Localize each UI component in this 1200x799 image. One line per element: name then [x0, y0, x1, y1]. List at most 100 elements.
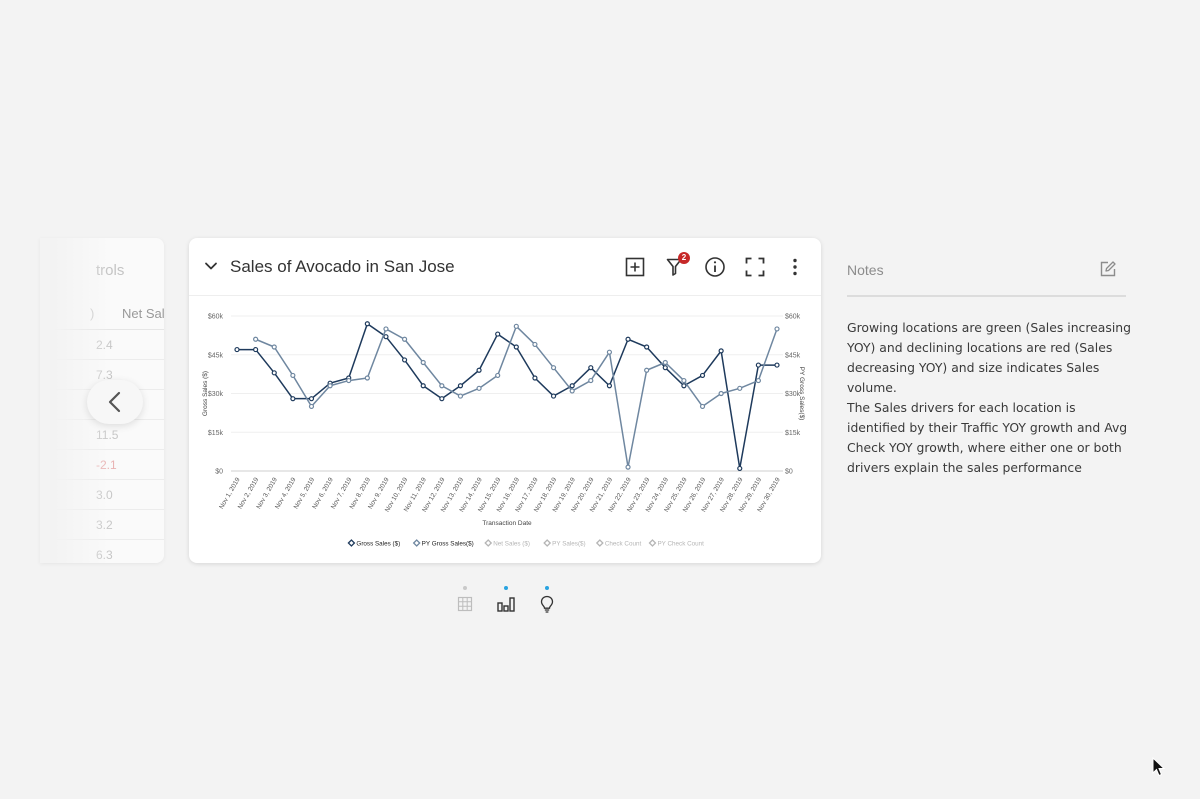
legend-marker: [543, 539, 552, 547]
notes-body[interactable]: Growing locations are green (Sales incre…: [847, 318, 1132, 478]
net-sales-column-header: Net Sal: [122, 306, 164, 321]
y-tick-label: $60k: [208, 314, 224, 321]
y-tick-label: $15k: [208, 430, 224, 437]
more-vertical-icon[interactable]: [783, 255, 807, 279]
y-tick-label: $0: [215, 469, 223, 476]
legend-label: Gross Sales ($): [356, 540, 400, 547]
data-point: [495, 372, 501, 379]
data-point: [755, 362, 761, 368]
notes-paragraph: Growing locations are green (Sales incre…: [847, 320, 1132, 395]
legend-label: Net Sales ($): [493, 540, 530, 547]
data-point: [606, 349, 613, 355]
x-axis-label: Transaction Date: [482, 520, 532, 527]
data-point: [383, 334, 389, 340]
data-point: [308, 396, 315, 402]
data-point: [550, 365, 557, 371]
data-point: [550, 393, 557, 399]
chart-view-button[interactable]: [496, 586, 516, 614]
data-point: [588, 377, 594, 384]
series-line: [237, 323, 777, 470]
data-point: [737, 465, 743, 472]
data-point: [718, 348, 724, 354]
edit-icon[interactable]: [1099, 260, 1117, 278]
notes-divider: [847, 295, 1126, 297]
data-point: [532, 341, 538, 348]
data-point: [327, 383, 333, 389]
y2-tick-label: $0: [785, 469, 793, 476]
data-point: [644, 344, 650, 350]
data-point: [439, 396, 445, 402]
data-point: [662, 365, 668, 371]
data-point: [234, 346, 240, 353]
data-point: [513, 323, 519, 329]
data-point: [401, 357, 408, 363]
legend-marker: [595, 539, 604, 547]
table-grid-icon: [457, 596, 473, 612]
data-point: [681, 383, 687, 389]
data-point: [625, 464, 631, 470]
data-point: [290, 372, 296, 379]
y2-tick-label: $45k: [785, 352, 801, 359]
data-point: [383, 326, 389, 332]
data-point: [476, 385, 482, 391]
card-title: Sales of Avocado in San Jose: [230, 257, 455, 276]
chart-card: Sales of Avocado in San Jose 2 $0 $0 $15k $…: [189, 238, 821, 563]
table-view-button[interactable]: [455, 586, 475, 614]
data-point: [457, 383, 464, 389]
legend-label: Check Count: [605, 540, 642, 547]
y2-axis-label: PY Gross Sales($): [798, 367, 805, 421]
info-icon[interactable]: [703, 255, 727, 279]
card-header: Sales of Avocado in San Jose 2: [189, 238, 821, 296]
indicator-dot: [545, 586, 549, 590]
data-point: [364, 375, 370, 381]
data-point: [699, 403, 706, 410]
add-box-icon[interactable]: [623, 255, 647, 279]
data-point: [737, 385, 743, 391]
chart-area: $0 $0 $15k $15k $30k $30k $45k $45k $60k $60k Gros…: [189, 296, 821, 563]
previous-card-button[interactable]: [87, 380, 143, 424]
lightbulb-icon: [540, 595, 554, 613]
y-tick-label: $30k: [208, 391, 224, 398]
legend-marker: [648, 539, 657, 547]
legend-label: PY Gross Sales($): [422, 540, 474, 547]
data-point: [271, 370, 277, 376]
insights-view-button[interactable]: [537, 586, 557, 614]
data-point: [662, 359, 668, 366]
data-point: [606, 383, 613, 389]
data-point: [308, 403, 315, 410]
data-point: [774, 326, 780, 332]
y-tick-label: $45k: [208, 352, 224, 359]
data-point: [569, 388, 575, 394]
data-point: [401, 336, 408, 342]
data-point: [495, 331, 501, 337]
indicator-dot: [463, 586, 467, 590]
data-point: [271, 344, 277, 350]
line-chart: $0 $0$15k $15k$30k $30k$45k $45k$60k $60kGros…: [202, 314, 805, 548]
data-point: [439, 383, 445, 389]
data-point: [346, 377, 352, 384]
fullscreen-icon[interactable]: [743, 255, 767, 279]
data-point: [476, 367, 482, 373]
mouse-cursor-icon: [1152, 757, 1166, 777]
legend-label: PY Check Count: [657, 540, 704, 547]
legend-marker: [484, 539, 493, 547]
data-point: [774, 362, 780, 368]
data-point: [681, 377, 687, 384]
data-point: [290, 396, 296, 402]
filter-button[interactable]: 2: [664, 252, 690, 279]
data-point: [699, 372, 706, 379]
data-point: [755, 377, 761, 384]
data-point: [588, 365, 594, 371]
chevron-left-icon: [108, 391, 121, 413]
indicator-dot: [504, 586, 508, 590]
data-point: [420, 359, 426, 366]
chevron-down-icon[interactable]: [203, 258, 219, 274]
data-point: [364, 321, 370, 327]
data-point: [625, 336, 631, 342]
legend-marker: [412, 539, 421, 547]
data-point: [420, 383, 426, 389]
bar-chart-icon: [497, 597, 515, 612]
data-point: [457, 393, 464, 399]
filter-count-badge: 2: [678, 252, 690, 264]
y2-tick-label: $15k: [785, 430, 801, 437]
